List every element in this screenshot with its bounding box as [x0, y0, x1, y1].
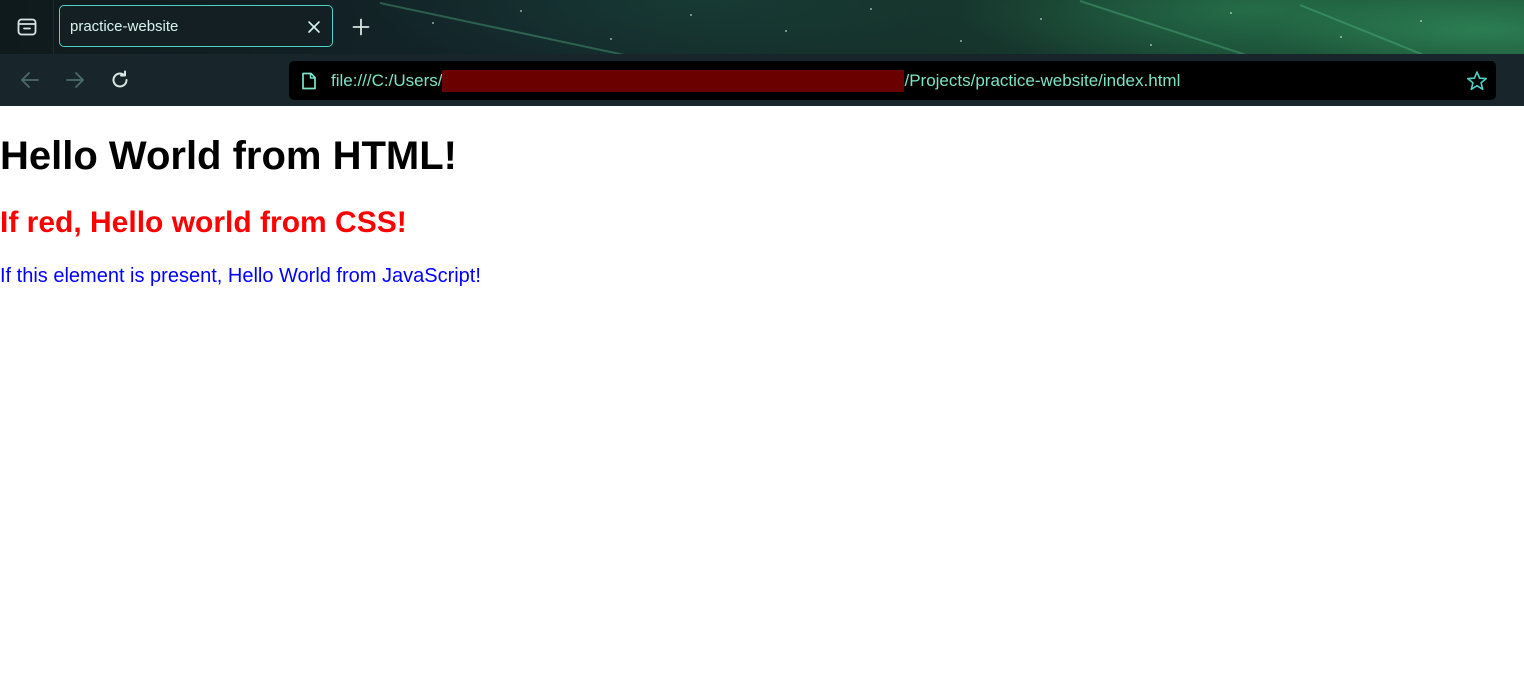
css-heading: If red, Hello world from CSS! [0, 206, 407, 239]
url-suffix: /Projects/practice-website/index.html [904, 71, 1181, 90]
background-star [610, 38, 612, 40]
url-redaction [442, 70, 905, 92]
background-star [1420, 20, 1422, 22]
background-star [785, 30, 787, 32]
close-icon [308, 21, 320, 33]
navigation-toolbar: file:///C:/Users/ /Projects/practice-web… [0, 54, 1524, 106]
star-icon[interactable] [1466, 70, 1488, 92]
tab-practice-website[interactable]: practice-website [59, 5, 333, 47]
forward-button[interactable] [63, 68, 87, 92]
javascript-paragraph: If this element is present, Hello World … [0, 265, 481, 287]
tab-bar: practice-website [0, 0, 1524, 81]
reload-icon [112, 70, 128, 88]
background-star [1340, 36, 1342, 38]
background-star [1150, 44, 1152, 46]
background-star [870, 8, 872, 10]
arrow-right-icon [66, 72, 84, 88]
tab-close-button[interactable] [304, 17, 324, 37]
url-text[interactable]: file:///C:/Users/ /Projects/practice-web… [331, 61, 1180, 101]
sidebar-panel-icon [17, 18, 36, 36]
background-star [690, 14, 692, 16]
background-star [1040, 18, 1042, 20]
background-star [520, 10, 522, 12]
reload-button[interactable] [108, 68, 132, 92]
background-star [432, 22, 434, 24]
browser-chrome: practice-website file:///C:/Users/ /Proj… [0, 0, 1524, 106]
background-star [960, 40, 962, 42]
page-content: Hello World from HTML! If red, Hello wor… [0, 106, 1524, 677]
html-heading: Hello World from HTML! [0, 134, 457, 178]
plus-icon [352, 18, 370, 36]
arrow-left-icon [21, 72, 39, 88]
background-star [1230, 12, 1232, 14]
url-prefix: file:///C:/Users/ [331, 71, 443, 90]
new-tab-button[interactable] [350, 16, 372, 38]
back-button[interactable] [18, 68, 42, 92]
address-bar[interactable]: file:///C:/Users/ /Projects/practice-web… [289, 61, 1496, 100]
background-streak [379, 2, 635, 59]
file-icon [302, 72, 316, 90]
side-panel-button[interactable] [0, 0, 54, 54]
tab-title: practice-website [70, 18, 179, 35]
